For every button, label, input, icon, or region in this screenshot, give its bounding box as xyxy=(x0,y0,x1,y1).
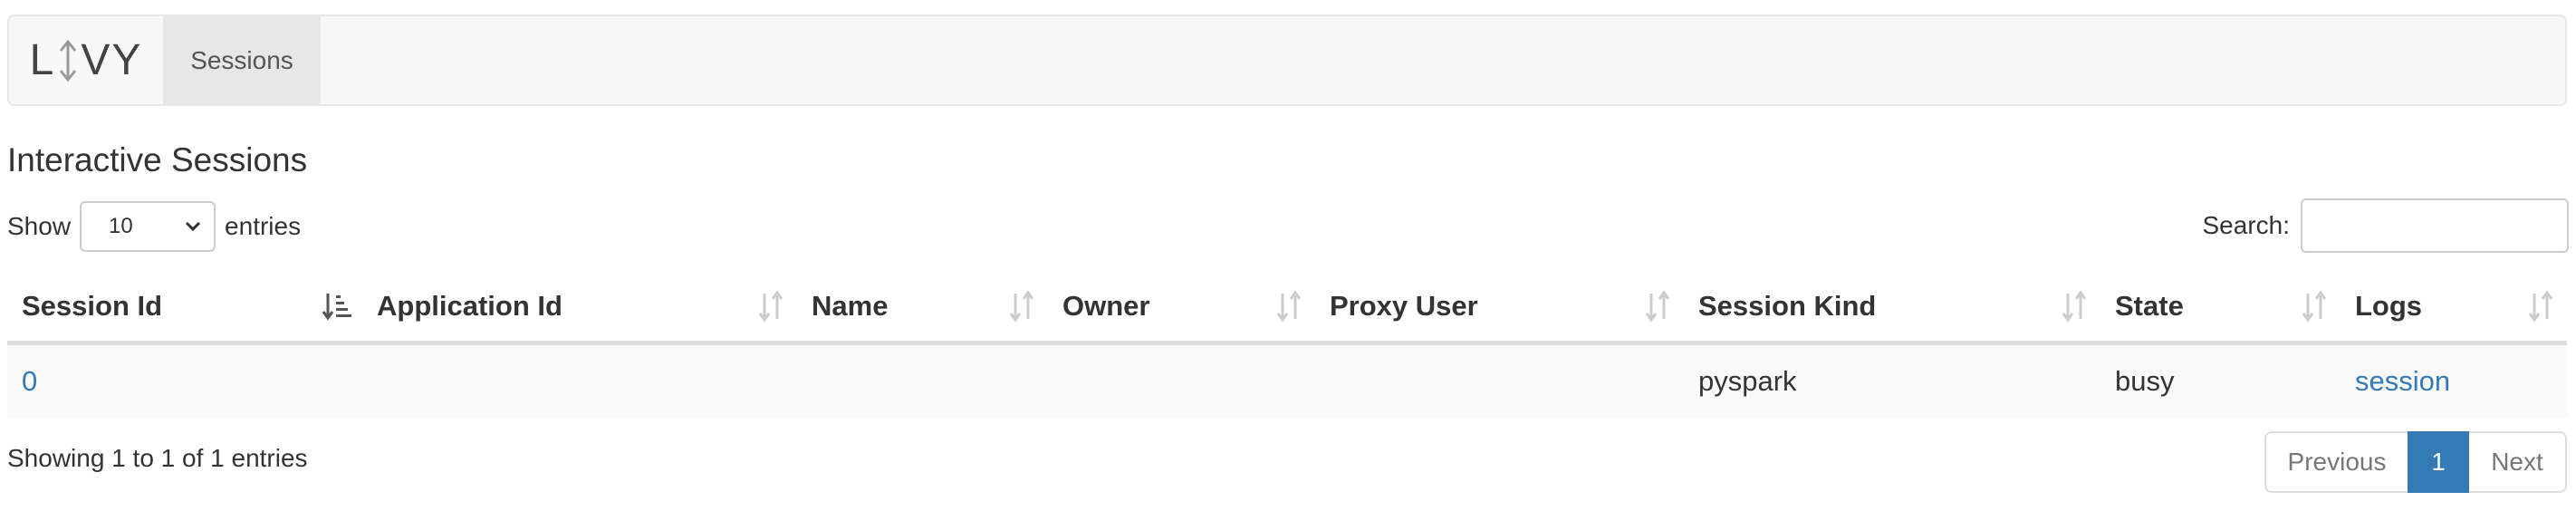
cell-session-kind: pyspark xyxy=(1684,342,2100,418)
sort-ascending-icon xyxy=(322,294,351,321)
table-row: 0 pyspark busy session xyxy=(7,342,2567,418)
sessions-table: Session Id Application Id Name Owner Pro… xyxy=(7,272,2567,418)
nav-item-label: Sessions xyxy=(190,45,293,74)
column-header-session-kind[interactable]: Session Kind xyxy=(1684,272,2100,345)
navbar: L VY Sessions xyxy=(7,14,2567,106)
cell-name xyxy=(797,342,1048,418)
nav-item-sessions[interactable]: Sessions xyxy=(163,16,321,104)
entries-per-page-value: 10 xyxy=(109,214,133,238)
chevron-down-icon xyxy=(185,221,201,232)
cell-proxy-user xyxy=(1315,342,1684,418)
sort-both-icon xyxy=(1645,290,1670,323)
search-control: Search: xyxy=(2202,198,2569,254)
column-header-proxy-user[interactable]: Proxy User xyxy=(1315,272,1684,345)
page-1-button[interactable]: 1 xyxy=(2408,431,2469,493)
table-header-row: Session Id Application Id Name Owner Pro… xyxy=(7,272,2567,345)
cell-application-id xyxy=(362,342,797,418)
sort-both-icon xyxy=(758,290,783,323)
sort-both-icon xyxy=(2528,290,2553,323)
cell-state: busy xyxy=(2100,342,2341,418)
previous-page-button[interactable]: Previous xyxy=(2264,431,2408,493)
cell-logs: session xyxy=(2341,342,2567,418)
logo-updown-arrow-icon xyxy=(60,39,77,82)
cell-session-id: 0 xyxy=(7,342,362,418)
logo-text-right: VY xyxy=(81,36,143,84)
next-page-button[interactable]: Next xyxy=(2469,431,2567,493)
column-header-name[interactable]: Name xyxy=(797,272,1048,345)
show-label: Show xyxy=(7,212,72,240)
logo-text-left: L xyxy=(29,36,56,84)
session-logs-link[interactable]: session xyxy=(2355,365,2450,397)
livy-logo[interactable]: L VY xyxy=(9,16,163,104)
entries-per-page-select[interactable]: 10 xyxy=(80,201,216,252)
search-input[interactable] xyxy=(2301,198,2569,253)
sort-both-icon xyxy=(2302,290,2327,323)
column-header-session-id[interactable]: Session Id xyxy=(7,272,362,345)
entries-label: entries xyxy=(225,212,302,240)
entries-length-control: Show 10 entries xyxy=(7,199,301,254)
sort-both-icon xyxy=(1009,290,1034,323)
sort-both-icon xyxy=(2062,290,2087,323)
session-id-link[interactable]: 0 xyxy=(22,365,37,397)
column-header-state[interactable]: State xyxy=(2100,272,2341,345)
column-header-application-id[interactable]: Application Id xyxy=(362,272,797,345)
column-header-owner[interactable]: Owner xyxy=(1048,272,1315,345)
column-header-logs[interactable]: Logs xyxy=(2341,272,2567,345)
page-title: Interactive Sessions xyxy=(7,141,308,178)
pagination: Previous 1 Next xyxy=(2264,431,2567,493)
cell-owner xyxy=(1048,342,1315,418)
sort-both-icon xyxy=(1276,290,1302,323)
table-info: Showing 1 to 1 of 1 entries xyxy=(7,444,308,472)
search-label: Search: xyxy=(2202,211,2291,239)
